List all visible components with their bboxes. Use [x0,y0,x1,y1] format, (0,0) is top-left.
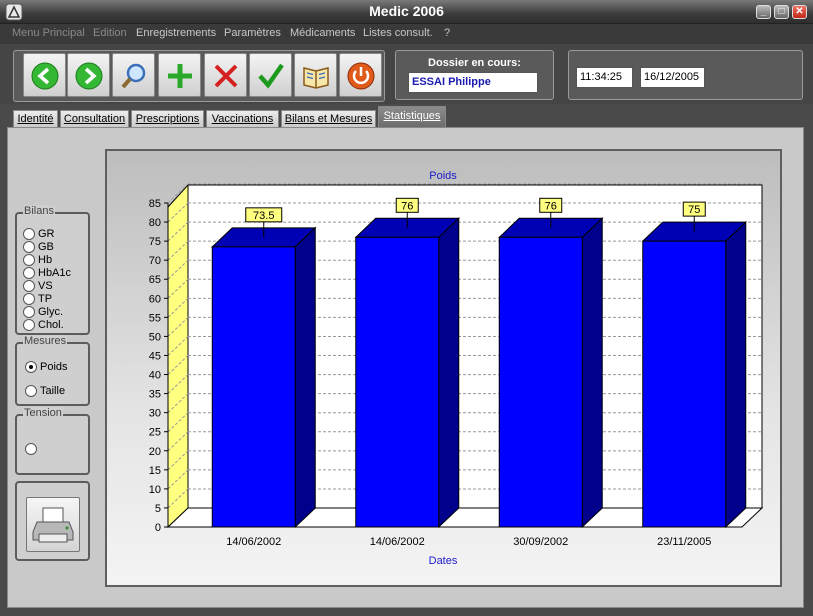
bar-side [294,226,316,529]
x-tick-label: 30/09/2002 [513,536,568,548]
menu-principal[interactable]: Menu Principal [12,27,85,39]
data-label: 76 [401,200,413,212]
magnifier-icon [121,63,146,89]
cross-icon [214,64,238,88]
power-button[interactable] [339,53,382,97]
menu-enregistrements[interactable]: Enregistrements [136,27,216,39]
bar-side [581,217,603,529]
x-axis-label: Dates [429,555,458,567]
y-tick-label: 20 [149,446,161,458]
bilans-title: Bilans [23,205,55,217]
menu-medicaments[interactable]: Médicaments [290,27,355,39]
dossier-field[interactable]: ESSAI Philippe [408,72,538,93]
search-button[interactable] [112,53,155,97]
bar [498,236,583,528]
tension-title: Tension [23,407,63,419]
window-title: Medic 2006 [369,3,444,19]
x-tick-label: 14/06/2002 [370,536,425,548]
tab-consultation[interactable]: Consultation [60,110,129,128]
date-field: 16/12/2005 [640,67,705,88]
y-tick-label: 35 [149,389,161,401]
y-tick-label: 15 [149,465,161,477]
bar [211,246,296,528]
chart-title: Poids [429,170,457,182]
tab-statistiques[interactable]: Statistiques [378,106,446,128]
menu-bar: Menu Principal Edition Enregistrements P… [0,24,813,44]
dossier-label: Dossier en cours: [428,57,521,69]
tab-prescriptions[interactable]: Prescriptions [131,110,204,128]
book-button[interactable] [294,53,337,97]
y-tick-label: 50 [149,331,161,343]
x-tick-label: 14/06/2002 [226,536,281,548]
bar-side [438,217,460,529]
minimize-button[interactable]: _ [756,5,771,19]
checkmark-icon [258,63,284,89]
poids-chart: 0 5 10 15 20 25 30 35 40 45 50 55 60 65 70 75 80 85 73.5 14… [149,170,764,567]
tension-group: Tension [15,407,90,475]
y-tick-label: 60 [149,293,161,305]
add-button[interactable] [158,53,201,97]
back-button[interactable] [23,53,66,97]
y-tick-label: 40 [149,370,161,382]
y-tick-label: 10 [149,484,161,496]
printer-icon [32,507,74,543]
arrow-left-icon [31,62,59,90]
y-tick-label: 80 [149,217,161,229]
arrow-right-icon [75,62,103,90]
y-tick-label: 45 [149,350,161,362]
maximize-button[interactable]: □ [774,5,789,19]
menu-edition[interactable]: Edition [93,27,127,39]
bar-side [725,220,747,529]
menu-listes-consult[interactable]: Listes consult. [363,27,433,39]
bar [642,240,727,528]
x-tick-label: 23/11/2005 [657,536,711,548]
mesures-group: Mesures Poids Taille [15,335,90,406]
book-icon [303,67,329,89]
data-label: 75 [688,204,700,216]
title-bar: Medic 2006 _ □ ✕ [0,0,813,24]
chart-left-wall [167,183,189,529]
y-tick-label: 0 [155,522,161,534]
tab-bilans-mesures[interactable]: Bilans et Mesures [281,110,376,128]
y-tick-label: 75 [149,236,161,248]
forward-button[interactable] [67,53,110,97]
tab-vaccinations[interactable]: Vaccinations [206,110,279,128]
mesures-title: Mesures [23,335,68,347]
time-field: 11:34:25 [576,67,633,88]
close-button[interactable]: ✕ [792,5,807,19]
data-label: 73.5 [253,210,274,222]
menu-help[interactable]: ? [444,27,450,39]
data-label: 76 [545,200,557,212]
bilans-group: Bilans GR GB Hb HbA1c VS TP Glyc. Chol. [15,205,90,335]
validate-button[interactable] [249,53,292,97]
y-tick-label: 85 [149,198,161,210]
y-tick-label: 25 [149,427,161,439]
y-tick-label: 55 [149,312,161,324]
y-tick-label: 65 [149,274,161,286]
y-tick-label: 70 [149,255,161,267]
print-button[interactable] [26,497,80,552]
tab-identite[interactable]: Identité [13,110,58,128]
bar [355,236,440,528]
menu-parametres[interactable]: Paramètres [224,27,281,39]
y-tick-label: 5 [155,503,161,515]
plus-icon [168,64,192,88]
power-icon [347,62,375,90]
y-tick-label: 30 [149,408,161,420]
delete-button[interactable] [204,53,247,97]
